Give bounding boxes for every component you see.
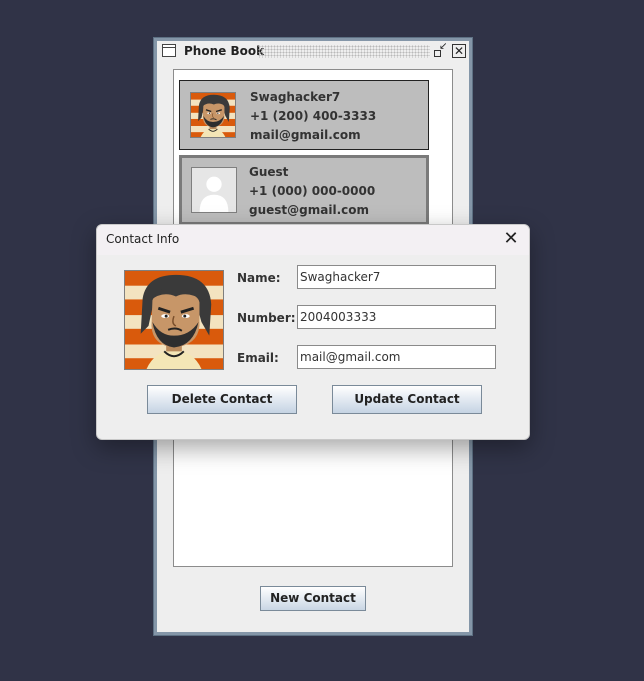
- phone-book-titlebar[interactable]: Phone Book ↙ ✕: [157, 41, 469, 62]
- close-icon[interactable]: ✕: [452, 44, 466, 58]
- close-icon[interactable]: ✕: [501, 229, 521, 249]
- dialog-titlebar[interactable]: Contact Info ✕: [97, 225, 529, 255]
- window-title: Phone Book: [184, 44, 265, 58]
- contact-card[interactable]: Swaghacker7 +1 (200) 400-3333 mail@gmail…: [179, 80, 429, 150]
- email-field[interactable]: mail@gmail.com: [297, 345, 496, 369]
- update-contact-button[interactable]: Update Contact: [332, 385, 482, 414]
- contact-number: +1 (200) 400-3333: [250, 109, 377, 123]
- contact-name: Swaghacker7: [250, 90, 341, 104]
- contact-email: guest@gmail.com: [249, 203, 369, 217]
- number-field[interactable]: 2004003333: [297, 305, 496, 329]
- contact-card[interactable]: Guest +1 (000) 000-0000 guest@gmail.com: [179, 155, 429, 225]
- contact-info-dialog: Contact Info ✕ Name: Swaghacker7 Number:…: [96, 224, 530, 440]
- window-icon: [162, 44, 176, 57]
- restore-icon[interactable]: ↙: [433, 41, 447, 58]
- contact-name: Guest: [249, 165, 289, 179]
- new-contact-button[interactable]: New Contact: [260, 586, 366, 611]
- avatar: [190, 92, 236, 138]
- titlebar-drag-area[interactable]: [258, 45, 430, 58]
- contact-photo[interactable]: [124, 270, 224, 370]
- delete-contact-button[interactable]: Delete Contact: [147, 385, 297, 414]
- number-label: Number:: [237, 311, 296, 325]
- dialog-title: Contact Info: [106, 232, 180, 246]
- contact-number: +1 (000) 000-0000: [249, 184, 376, 198]
- avatar: [191, 167, 237, 213]
- name-field[interactable]: Swaghacker7: [297, 265, 496, 289]
- email-label: Email:: [237, 351, 279, 365]
- contact-email: mail@gmail.com: [250, 128, 361, 142]
- name-label: Name:: [237, 271, 281, 285]
